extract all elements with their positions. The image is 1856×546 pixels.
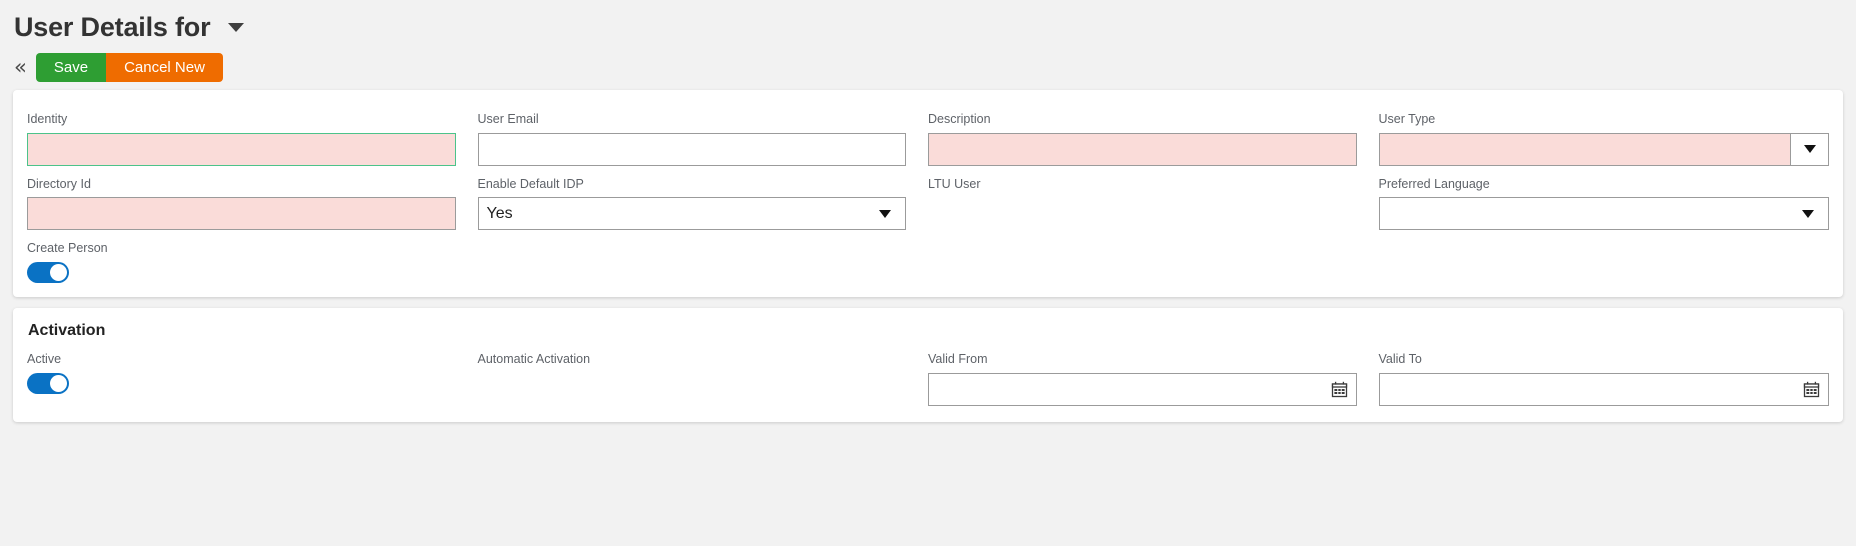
dropdown-caret-icon — [1804, 145, 1816, 153]
details-row-3: Create Person — [27, 241, 1829, 283]
user-type-label: User Type — [1379, 112, 1830, 128]
directory-id-input[interactable] — [27, 197, 456, 230]
calendar-icon[interactable] — [1331, 381, 1348, 398]
active-toggle[interactable] — [27, 373, 69, 394]
ltu-user-label: LTU User — [928, 177, 1357, 193]
identity-label: Identity — [27, 112, 456, 128]
automatic-activation-label: Automatic Activation — [478, 352, 907, 368]
details-row-2: Directory Id Enable Default IDP Yes LTU … — [27, 177, 1829, 231]
toggle-knob — [50, 264, 67, 281]
dropdown-caret-icon — [1802, 210, 1814, 218]
field-active: Active — [27, 352, 478, 406]
automatic-activation-value — [478, 373, 907, 406]
valid-to-input[interactable] — [1380, 374, 1804, 405]
create-person-toggle[interactable] — [27, 262, 69, 283]
field-ltu-user: LTU User — [928, 177, 1379, 231]
activation-row-1: Active Automatic Activation Valid From — [27, 352, 1829, 406]
field-preferred-language: Preferred Language — [1379, 177, 1830, 231]
identity-input[interactable] — [27, 133, 456, 166]
description-label: Description — [928, 112, 1357, 128]
field-valid-from: Valid From — [928, 352, 1379, 406]
user-type-dropdown-button[interactable] — [1790, 134, 1828, 165]
field-spacer-3 — [1379, 241, 1830, 283]
enable-default-idp-value: Yes — [479, 198, 880, 229]
field-identity: Identity — [27, 112, 478, 166]
dropdown-caret-icon — [879, 210, 891, 218]
enable-default-idp-label: Enable Default IDP — [478, 177, 907, 193]
activation-card: Activation Active Automatic Activation V… — [13, 308, 1843, 422]
field-spacer-2 — [928, 241, 1379, 283]
field-automatic-activation: Automatic Activation — [478, 352, 929, 406]
create-person-label: Create Person — [27, 241, 456, 257]
valid-to-label: Valid To — [1379, 352, 1830, 368]
user-details-card: Identity User Email Description User Typ… — [13, 90, 1843, 297]
field-description: Description — [928, 112, 1379, 166]
directory-id-label: Directory Id — [27, 177, 456, 193]
page-header: User Details for — [0, 0, 1856, 44]
double-chevron-left-icon[interactable]: « — [12, 57, 36, 78]
field-enable-default-idp: Enable Default IDP Yes — [478, 177, 929, 231]
save-button[interactable]: Save — [36, 53, 106, 82]
preferred-language-select[interactable] — [1379, 197, 1830, 230]
description-input[interactable] — [928, 133, 1357, 166]
calendar-icon[interactable] — [1803, 381, 1820, 398]
valid-from-datefield[interactable] — [928, 373, 1357, 406]
active-label: Active — [27, 352, 456, 368]
toggle-knob — [50, 375, 67, 392]
user-type-select[interactable] — [1379, 133, 1830, 166]
field-user-email: User Email — [478, 112, 929, 166]
field-user-type: User Type — [1379, 112, 1830, 166]
ltu-user-value — [928, 197, 1357, 230]
user-email-label: User Email — [478, 112, 907, 128]
field-valid-to: Valid To — [1379, 352, 1830, 406]
valid-to-datefield[interactable] — [1379, 373, 1830, 406]
page-title: User Details for — [14, 14, 210, 41]
toolbar-button-group: Save Cancel New — [36, 53, 223, 82]
field-create-person: Create Person — [27, 241, 478, 283]
valid-from-label: Valid From — [928, 352, 1357, 368]
chevron-down-icon[interactable] — [228, 23, 244, 32]
enable-default-idp-select[interactable]: Yes — [478, 197, 907, 230]
activation-section-title: Activation — [28, 322, 1829, 340]
field-directory-id: Directory Id — [27, 177, 478, 231]
toolbar: « Save Cancel New — [0, 44, 1856, 90]
preferred-language-label: Preferred Language — [1379, 177, 1830, 193]
user-email-input[interactable] — [478, 133, 907, 166]
field-spacer-1 — [478, 241, 929, 283]
valid-from-input[interactable] — [929, 374, 1331, 405]
details-row-1: Identity User Email Description User Typ… — [27, 112, 1829, 166]
cancel-new-button[interactable]: Cancel New — [106, 53, 223, 82]
